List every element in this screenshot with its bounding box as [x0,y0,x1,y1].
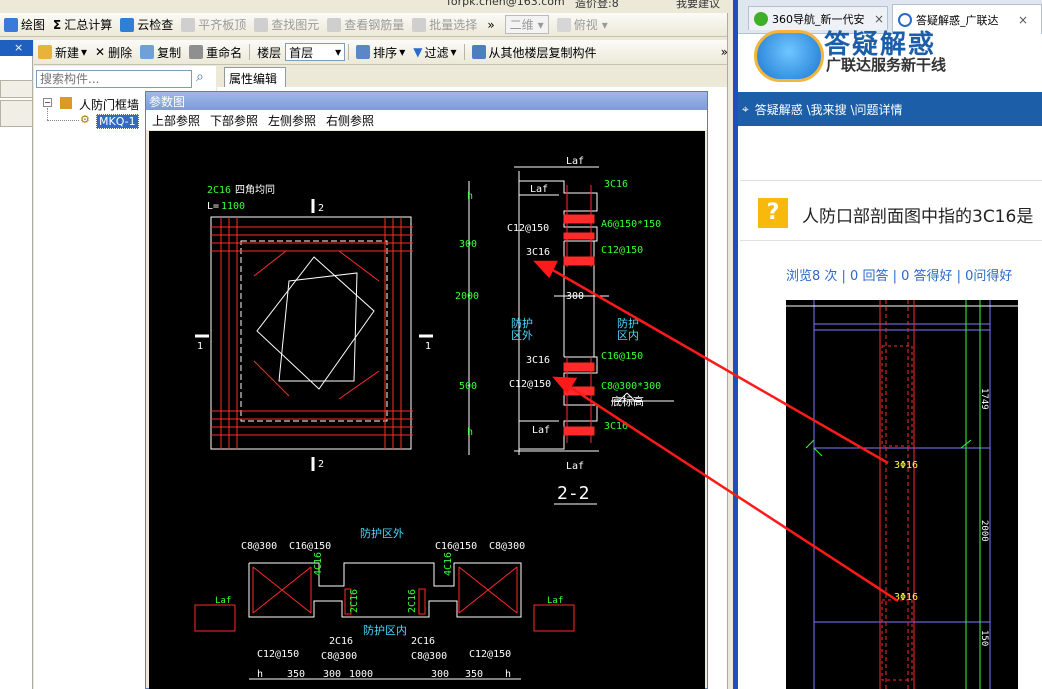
annotation-arrow-2 [561,380,899,603]
annotation-arrowhead-1 [533,260,559,279]
annotation-arrow-1 [543,263,889,465]
annotation-overlay [533,260,899,603]
